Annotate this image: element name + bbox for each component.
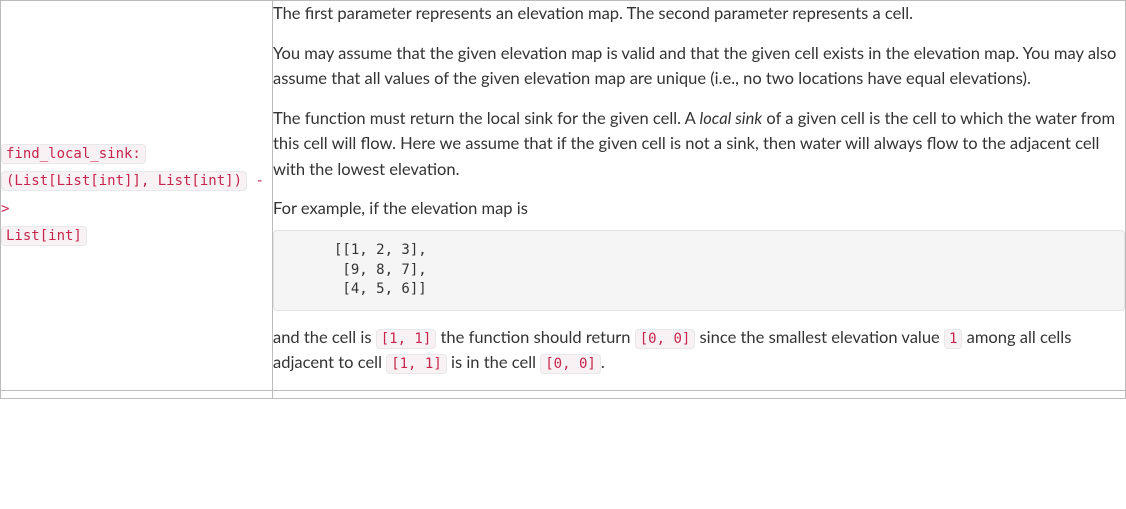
cell-in-code: [1, 1] [376, 329, 437, 349]
p5c: since the smallest elevation value [695, 327, 944, 347]
local-sink-em: local sink [700, 108, 763, 128]
function-signature: find_local_sink: (List[List[int]], List[… [1, 141, 272, 250]
fn-name-token: find_local_sink: [1, 144, 146, 164]
cell-out-code: [0, 0] [635, 329, 696, 349]
cell-ref2-code: [0, 0] [540, 354, 601, 374]
next-row-left [1, 391, 273, 399]
signature-cell: find_local_sink: (List[List[int]], List[… [1, 1, 273, 391]
para-5: and the cell is [1, 1] the function shou… [273, 325, 1125, 376]
description-cell: The first parameter represents an elevat… [273, 1, 1126, 391]
fn-return-token: List[int] [1, 226, 87, 246]
para-1: The first parameter represents an elevat… [273, 1, 1125, 27]
para-4: For example, if the elevation map is [273, 196, 1125, 222]
p5e: is in the cell [447, 352, 540, 372]
cell-ref1-code: [1, 1] [386, 354, 447, 374]
para-3: The function must return the local sink … [273, 106, 1125, 183]
p5a: and the cell is [273, 327, 376, 347]
para-2: You may assume that the given elevation … [273, 41, 1125, 92]
spec-table: find_local_sink: (List[List[int]], List[… [0, 0, 1126, 399]
val-code: 1 [944, 329, 962, 349]
p5b: the function should return [436, 327, 634, 347]
next-row-right [273, 391, 1126, 399]
p5f: . [601, 352, 605, 372]
para-3a: The function must return the local sink … [273, 108, 700, 128]
elevation-map-code: [[1, 2, 3], [9, 8, 7], [4, 5, 6]] [273, 230, 1125, 311]
fn-args-token: (List[List[int]], List[int]) [1, 171, 247, 191]
